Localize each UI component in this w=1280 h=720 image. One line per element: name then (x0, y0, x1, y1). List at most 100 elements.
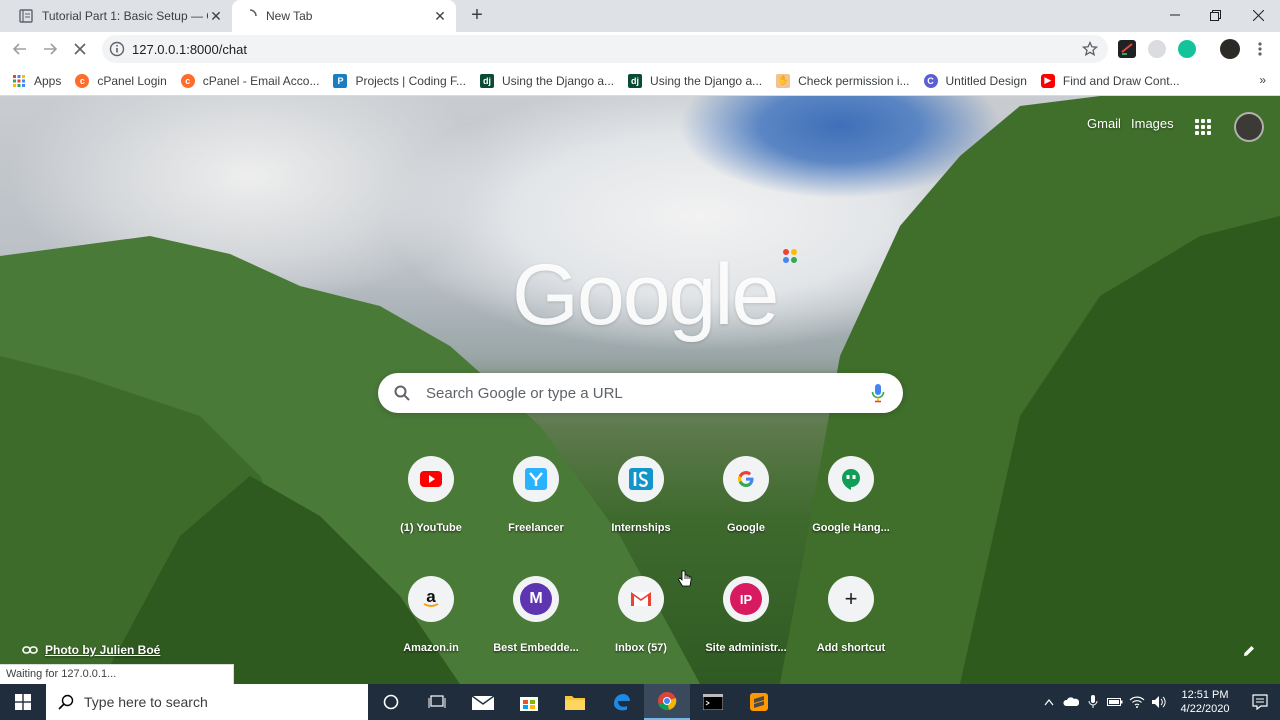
system-clock[interactable]: 12:51 PM 4/22/2020 (1170, 688, 1240, 716)
wifi-icon[interactable] (1126, 696, 1148, 708)
amazon-letter: a (426, 589, 436, 606)
shortcut-amazon[interactable]: a Amazon.in (375, 560, 487, 672)
bookmark-label: Find and Draw Cont... (1062, 73, 1180, 88)
m-letter-icon: M (513, 576, 559, 622)
url-text: 127.0.0.1:8000/chat (132, 41, 247, 57)
tab-strip: Tutorial Part 1: Basic Setup — Ch ✕ New … (0, 0, 1280, 32)
tray-overflow-icon[interactable] (1038, 698, 1060, 706)
forward-button[interactable] (38, 37, 62, 61)
photo-credit-text: Photo by Julien Boé (45, 643, 161, 657)
shortcut-freelancer[interactable]: Freelancer (480, 440, 592, 552)
search-input[interactable] (426, 384, 853, 402)
doodle-dots-icon[interactable] (782, 248, 798, 264)
microphone-icon[interactable] (1082, 695, 1104, 709)
account-avatar[interactable] (1234, 112, 1264, 142)
bookmark-label: Projects | Coding F... (355, 73, 466, 88)
taskbar-edge[interactable] (598, 684, 644, 720)
taskbar-store[interactable] (506, 684, 552, 720)
customize-pencil-icon[interactable] (1242, 644, 1256, 658)
terminal-icon (703, 694, 723, 710)
youtube-icon: ▶ (1040, 73, 1055, 88)
close-window-button[interactable] (1235, 0, 1280, 30)
shortcut-label: Freelancer (508, 522, 564, 534)
hangouts-icon (828, 456, 874, 502)
taskbar-search-input[interactable] (84, 694, 344, 710)
new-tab-page: Gmail Images Google (1) YouTube (0, 96, 1280, 684)
cortana-button[interactable] (368, 684, 414, 720)
volume-icon[interactable] (1148, 695, 1170, 709)
shortcut-add[interactable]: + Add shortcut (795, 560, 907, 672)
action-center-button[interactable] (1240, 694, 1280, 710)
task-view-button[interactable] (414, 684, 460, 720)
store-icon (520, 697, 538, 711)
battery-icon[interactable] (1104, 697, 1126, 707)
bookmark-django-2[interactable]: dj Using the Django a... (628, 73, 762, 88)
system-tray: 12:51 PM 4/22/2020 (1038, 684, 1280, 720)
info-icon[interactable] (102, 41, 132, 57)
address-bar[interactable]: 127.0.0.1:8000/chat (102, 35, 1108, 63)
google-apps-icon[interactable] (1195, 119, 1211, 135)
shortcut-best-embedded[interactable]: M Best Embedde... (480, 560, 592, 672)
bookmark-star-icon[interactable] (1082, 41, 1098, 57)
tab-tutorial[interactable]: Tutorial Part 1: Basic Setup — Ch ✕ (8, 0, 232, 32)
bookmark-projects[interactable]: P Projects | Coding F... (333, 73, 466, 88)
shortcut-google-hangouts[interactable]: Google Hang... (795, 440, 907, 552)
task-view-icon (428, 695, 446, 708)
cpanel-icon: c (75, 73, 90, 88)
projects-icon: P (333, 73, 348, 88)
bookmark-label: Using the Django a... (501, 73, 615, 88)
status-bubble: Waiting for 127.0.0.1... (0, 664, 234, 684)
hand-cursor-icon (677, 570, 692, 587)
bookmark-cpanel-login[interactable]: c cPanel Login (75, 73, 167, 88)
microphone-icon[interactable] (853, 383, 903, 403)
extension-icon[interactable] (1118, 40, 1136, 58)
search-box[interactable] (378, 373, 903, 413)
onedrive-icon[interactable] (1060, 697, 1082, 707)
bookmark-apps[interactable]: Apps (12, 74, 61, 88)
close-tab-icon[interactable]: ✕ (208, 8, 224, 24)
bookmark-django-1[interactable]: dj Using the Django a... (479, 73, 615, 88)
extension-k-icon[interactable] (1148, 40, 1166, 58)
taskbar-search[interactable] (46, 684, 368, 720)
gmail-link[interactable]: Gmail (1087, 116, 1121, 131)
back-arrow-icon (12, 43, 26, 55)
profile-avatar[interactable] (1220, 39, 1240, 59)
shortcut-youtube[interactable]: (1) YouTube (375, 440, 487, 552)
shortcut-label: Best Embedde... (493, 642, 579, 654)
taskbar-chrome[interactable] (644, 684, 690, 720)
close-tab-icon[interactable]: ✕ (432, 8, 448, 24)
bookmarks-bar: Apps c cPanel Login c cPanel - Email Acc… (0, 66, 1280, 96)
taskbar-sublime-text[interactable] (736, 684, 782, 720)
clock-time: 12:51 PM (1181, 689, 1229, 701)
bookmark-find-draw[interactable]: ▶ Find and Draw Cont... (1040, 73, 1180, 88)
back-button[interactable] (8, 37, 32, 61)
taskbar-file-explorer[interactable] (552, 684, 598, 720)
menu-button[interactable] (1248, 37, 1272, 61)
document-icon (19, 9, 33, 23)
bookmark-untitled-design[interactable]: C Untitled Design (923, 73, 1027, 88)
shortcut-site-administration[interactable]: IP Site administr... (690, 560, 802, 672)
grammarly-icon[interactable] (1178, 40, 1196, 58)
bookmark-cpanel-email[interactable]: c cPanel - Email Acco... (180, 73, 319, 88)
shortcut-google[interactable]: Google (690, 440, 802, 552)
freelancer-icon (513, 456, 559, 502)
canva-icon: C (923, 73, 938, 88)
ip-letter-icon: IP (723, 576, 769, 622)
google-logo: Google (512, 247, 779, 343)
start-button[interactable] (0, 684, 46, 720)
taskbar-mail[interactable] (460, 684, 506, 720)
internshala-icon (618, 456, 664, 502)
bookmarks-overflow-button[interactable]: » (1259, 73, 1266, 87)
amazon-icon: a (408, 576, 454, 622)
new-tab-button[interactable]: + (464, 4, 490, 28)
bookmark-check-permission[interactable]: ✋ Check permission i... (776, 73, 910, 88)
images-link[interactable]: Images (1131, 116, 1174, 131)
shortcut-internships[interactable]: Internships (585, 440, 697, 552)
taskbar-terminal[interactable] (690, 684, 736, 720)
shortcut-label: Internships (611, 522, 671, 534)
apps-grid-icon (12, 74, 26, 88)
stop-loading-button[interactable] (68, 37, 92, 61)
photo-credit-link[interactable]: Photo by Julien Boé (22, 643, 160, 657)
maximize-button[interactable] (1192, 0, 1238, 30)
tab-new-tab[interactable]: New Tab ✕ (232, 0, 456, 32)
